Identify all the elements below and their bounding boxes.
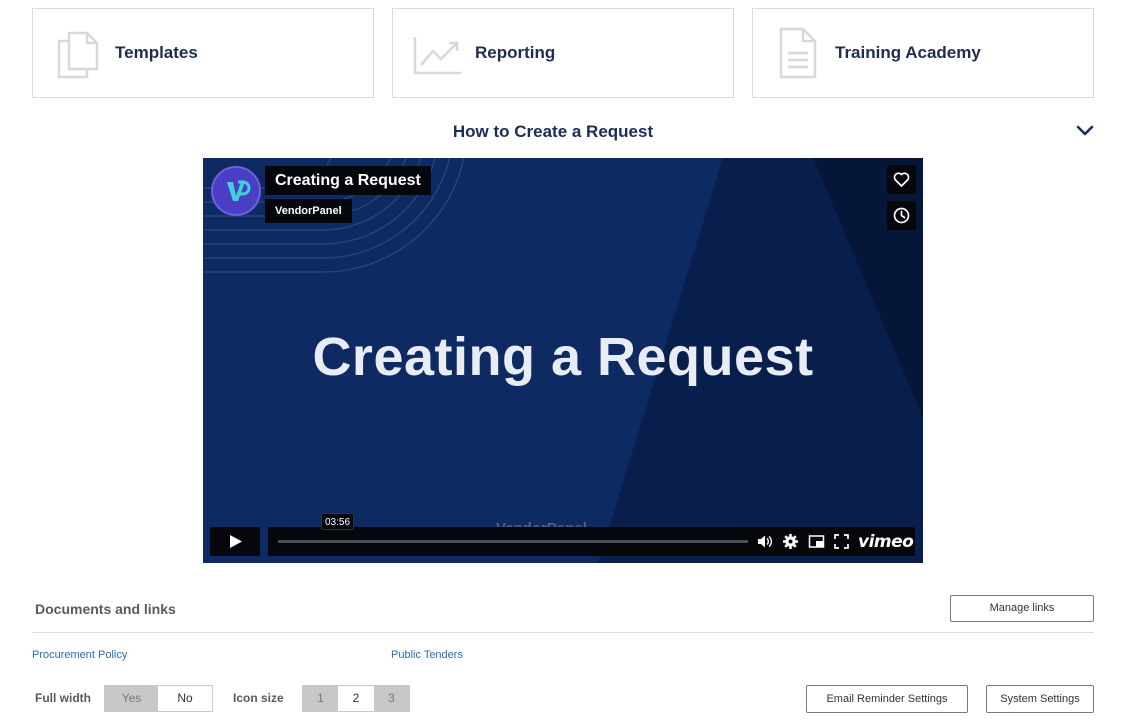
icon-size-2[interactable]: 2 [338, 686, 374, 711]
card-label: Training Academy [835, 43, 981, 62]
link-procurement-policy[interactable]: Procurement Policy [32, 649, 127, 661]
channel-avatar[interactable] [211, 166, 261, 216]
system-settings-button[interactable]: System Settings [986, 685, 1094, 713]
section-title: How to Create a Request [452, 122, 654, 141]
copy-documents-icon [57, 31, 99, 79]
full-width-no[interactable]: No [158, 686, 212, 711]
play-icon [230, 535, 242, 548]
document-icon [779, 27, 817, 79]
full-width-yes[interactable]: Yes [105, 686, 158, 711]
settings-gear-icon[interactable] [782, 533, 799, 550]
icon-size-label: Icon size [233, 691, 284, 705]
picture-in-picture-icon[interactable] [808, 533, 825, 550]
vendorpanel-logo-icon [227, 180, 251, 201]
icon-size-1[interactable]: 1 [303, 686, 338, 711]
watch-later-button[interactable] [887, 201, 916, 230]
link-public-tenders[interactable]: Public Tenders [391, 649, 463, 661]
like-button[interactable] [887, 165, 916, 194]
video-slide-text: Creating a Request [312, 327, 814, 387]
trend-chart-icon [413, 37, 461, 75]
card-label: Reporting [475, 43, 556, 62]
documents-title: Documents and links [35, 601, 176, 617]
divider [32, 632, 1094, 633]
icon-size-3[interactable]: 3 [374, 686, 409, 711]
full-width-label: Full width [35, 691, 91, 705]
card-reporting[interactable]: Reporting [392, 8, 734, 98]
card-training-academy[interactable]: Training Academy [752, 8, 1094, 98]
play-button[interactable] [210, 527, 260, 556]
chevron-down-icon[interactable] [1076, 124, 1094, 138]
video-owner[interactable]: VendorPanel [265, 199, 352, 223]
icon-size-toggle: 1 2 3 [302, 685, 410, 712]
heart-icon [893, 172, 910, 187]
volume-icon[interactable] [756, 533, 773, 550]
full-width-toggle: Yes No [104, 685, 213, 712]
clock-icon [893, 207, 910, 224]
email-reminder-settings-button[interactable]: Email Reminder Settings [806, 685, 968, 713]
video-title[interactable]: Creating a Request [265, 166, 431, 195]
progress-bar[interactable] [278, 540, 748, 543]
card-templates[interactable]: Templates [32, 8, 374, 98]
time-tooltip: 03:56 [321, 513, 355, 530]
video-player[interactable]: Creating a Request VendorPanel Creating … [203, 158, 923, 563]
control-bar: 03:56 vimeo [268, 513, 915, 556]
fullscreen-icon[interactable] [833, 533, 850, 550]
manage-links-button[interactable]: Manage links [950, 595, 1094, 622]
vimeo-logo[interactable]: vimeo [858, 532, 914, 552]
card-label: Templates [115, 43, 198, 62]
